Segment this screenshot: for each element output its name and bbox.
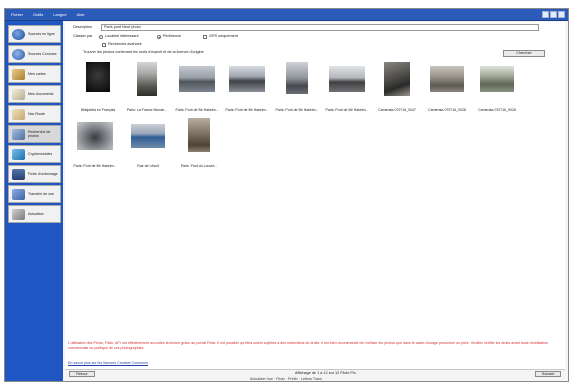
menu-list: Fichier Outils Langue Aide	[11, 11, 85, 18]
minimize-button[interactable]	[542, 11, 549, 18]
photo-thumb[interactable]: Camerata 070716_0047	[373, 62, 421, 112]
scope-text: Trouver les photos contenant les mots d'…	[83, 50, 204, 54]
advanced-search-checkbox[interactable]	[102, 43, 106, 47]
result-count: Affichage de 1 à 12 sur 12 Flickr Pix	[295, 371, 356, 375]
map-icon	[12, 68, 25, 80]
photo-thumb[interactable]: Camerata 070716_0026	[473, 62, 521, 112]
photo-image	[480, 66, 514, 92]
maximize-button[interactable]	[550, 11, 557, 18]
description-input[interactable]: Paris pont Neuf photo	[101, 24, 539, 31]
list-icon	[12, 168, 25, 180]
sidebar: Sources en ligne Sources Connues Mes car…	[5, 21, 63, 381]
menu-tools[interactable]: Outils	[33, 11, 43, 18]
photo-image	[384, 62, 410, 96]
gps-only-label: GPS uniquement	[209, 34, 238, 38]
main-content: Description Paris pont Neuf photo Classe…	[65, 22, 565, 378]
globe-search-icon	[12, 48, 25, 60]
photo-image	[229, 66, 265, 92]
menu-language[interactable]: Langue	[53, 11, 66, 18]
sidebar-item-documents[interactable]: Mes documents	[8, 85, 61, 103]
photo-thumb[interactable]: Rue de Lésult	[123, 118, 173, 168]
app-root: Fichier Outils Langue Aide Sources en li…	[0, 0, 572, 385]
photo-thumb[interactable]: Paris: Pont de Bir Hakeim...	[323, 62, 371, 112]
route-map-icon	[12, 108, 25, 120]
gps-only-checkbox[interactable]	[203, 35, 207, 39]
photo-image	[77, 122, 113, 150]
photo-thumb[interactable]: Camerata 070716_0028	[423, 62, 471, 112]
description-label: Description	[73, 25, 92, 29]
order-label: Classer par	[73, 34, 93, 38]
menu-file[interactable]: Fichier	[11, 11, 23, 18]
license-link[interactable]: En savoir plus sur les licences Creative…	[68, 361, 148, 365]
transfer-icon	[12, 188, 25, 200]
documents-icon	[12, 88, 25, 100]
app-window: Fichier Outils Langue Aide Sources en li…	[4, 8, 569, 382]
photo-image	[286, 62, 308, 94]
option-ordered-radio[interactable]	[99, 35, 103, 39]
photo-caption: Paris: Pont du Louvre...	[180, 164, 218, 168]
photo-thumb[interactable]: Paris: La France Monde...	[123, 62, 171, 112]
photo-thumb[interactable]: Paris: Pont du Louvre...	[175, 118, 223, 168]
advanced-search-label: Recherche avancée	[108, 42, 142, 46]
option-ordered-label: Localisé intéressant	[105, 34, 139, 38]
globe-icon	[12, 28, 25, 40]
sidebar-item-refresh[interactable]: Actualiser	[8, 205, 61, 223]
sidebar-item-photo-search[interactable]: Recherche de photos	[8, 125, 61, 143]
photo-image	[137, 62, 157, 96]
sidebar-item-cryptomodules[interactable]: Cryptomodules	[8, 145, 61, 163]
sidebar-item-nav-route[interactable]: Nav Route	[8, 105, 61, 123]
sidebar-item-known-sources[interactable]: Sources Connues	[8, 45, 61, 63]
window-controls	[542, 11, 565, 18]
photo-thumb[interactable]: Wikipédia en Français	[75, 62, 121, 112]
photo-image	[329, 66, 365, 92]
photo-image	[179, 66, 215, 92]
refresh-icon	[12, 208, 25, 220]
photo-image	[188, 118, 210, 152]
option-relevance-radio[interactable]	[157, 35, 161, 39]
bottom-caption: Actualiser Vue · Flickr · Préfér · Lettr…	[250, 377, 322, 381]
option-relevance-label: Pertinence	[163, 34, 182, 38]
photo-search-icon	[12, 128, 25, 140]
puzzle-icon	[12, 148, 25, 160]
sidebar-item-listing[interactable]: Fiche d'ordonnage	[8, 165, 61, 183]
photo-image	[86, 62, 110, 92]
photo-thumb[interactable]: Paris: Pont de Bir Hakeim...	[69, 118, 121, 168]
description-value: Paris pont Neuf photo	[104, 25, 141, 29]
photo-caption: Camerata 070716_0026	[478, 108, 516, 112]
photo-thumb[interactable]: Paris: Pont de Bir Hakeim...	[273, 62, 321, 112]
photo-image	[131, 124, 165, 148]
sidebar-item-transfer[interactable]: Transfert de vue	[8, 185, 61, 203]
photo-image	[430, 66, 464, 92]
menu-bar: Fichier Outils Langue Aide	[5, 9, 568, 21]
photo-thumb[interactable]: Paris: Pont de Bir Hakeim...	[223, 62, 271, 112]
photo-thumb[interactable]: Paris: Pont de Bir Hakeim...	[173, 62, 221, 112]
search-button[interactable]: Chercher	[503, 50, 545, 57]
close-button[interactable]	[558, 11, 565, 18]
rights-notice: L'utilisation des Photo, Flickr, API ont…	[68, 341, 549, 350]
sidebar-item-maps[interactable]: Mes cartes	[8, 65, 61, 83]
menu-help[interactable]: Aide	[77, 11, 85, 18]
sidebar-item-online-sources[interactable]: Sources en ligne	[8, 25, 61, 43]
